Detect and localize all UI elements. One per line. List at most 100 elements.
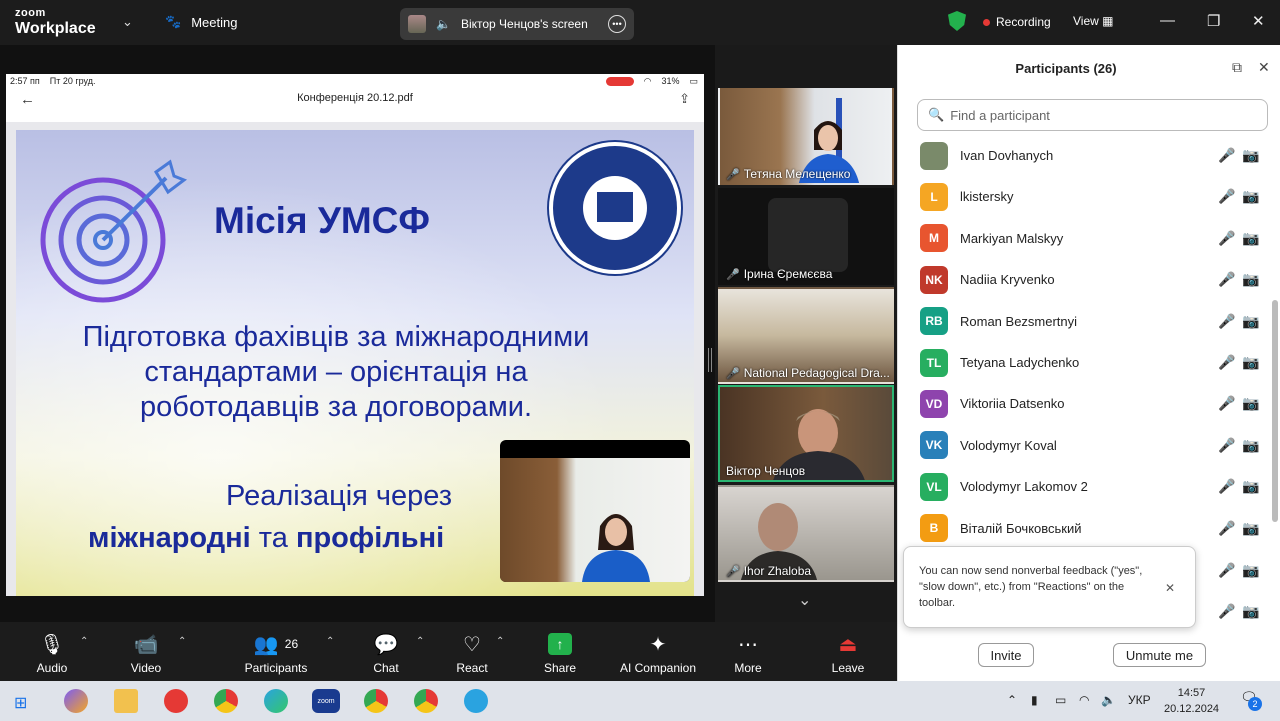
- share-export-icon[interactable]: ⇪: [679, 91, 690, 107]
- screen-label: Віктор Ченцов's screen: [460, 17, 588, 31]
- mic-muted-icon: 🎤: [726, 168, 740, 181]
- avatar: TL: [920, 348, 948, 377]
- audio-options-caret-icon[interactable]: ⌃: [80, 636, 88, 647]
- tray-expand-icon[interactable]: ⌃: [1007, 693, 1017, 707]
- sparkle-icon: ✦: [649, 633, 667, 656]
- resize-handle[interactable]: [708, 348, 712, 372]
- video-options-caret-icon[interactable]: ⌃: [178, 636, 186, 647]
- chrome-icon[interactable]: [414, 689, 438, 713]
- search-input[interactable]: 🔍 Find a participant: [917, 99, 1268, 131]
- restore-icon[interactable]: ❐: [1207, 12, 1220, 30]
- video-off-icon: 📷: [1242, 603, 1260, 619]
- unmute-me-button[interactable]: Unmute me: [1113, 643, 1206, 667]
- volume-icon[interactable]: 🔈: [1101, 693, 1116, 707]
- ipad-picture-in-picture-video[interactable]: [500, 440, 690, 582]
- zoom-window: zoom Workplace ⌄ 🐾 Meeting 🔈 Віктор Ченц…: [0, 0, 1280, 721]
- tile-name-text: Ihor Zhaloba: [743, 564, 812, 578]
- target-icon: [40, 159, 188, 303]
- video-tile[interactable]: 🎤 National Pedagogical Dra...: [718, 287, 894, 384]
- zoom-app-icon[interactable]: zoom: [312, 689, 340, 713]
- participant-row[interactable]: NK Nadiia Kryvenko 🎤 📷: [898, 259, 1273, 300]
- shared-screen-indicator[interactable]: 🔈 Віктор Ченцов's screen •••: [400, 8, 634, 40]
- wifi-icon[interactable]: ◠: [1079, 693, 1089, 707]
- ipad-date: Пт 20 груд.: [49, 76, 96, 86]
- telegram-icon[interactable]: [464, 689, 488, 713]
- react-button[interactable]: ♡ React: [452, 630, 492, 676]
- chrome-icon[interactable]: [214, 689, 238, 713]
- share-button[interactable]: ↑ Share: [540, 630, 580, 675]
- tile-name-text: National Pedagogical Dra...: [743, 366, 890, 380]
- chrome-profile-icon[interactable]: [364, 689, 388, 713]
- battery-icon[interactable]: ▭: [1055, 693, 1066, 707]
- participant-row[interactable]: VL Volodymyr Lakomov 2 🎤 📷: [898, 466, 1273, 507]
- participant-name: Viktoriia Datsenko: [960, 396, 1065, 412]
- video-off-icon: 📷: [1242, 147, 1260, 163]
- pop-out-icon[interactable]: ⧉: [1232, 59, 1242, 76]
- participant-row[interactable]: Llkistersky 🎤 📷: [898, 176, 1273, 217]
- avatar: VL: [920, 472, 948, 501]
- pip-person: [582, 514, 650, 582]
- participant-row[interactable]: TL Tetyana Ladychenko 🎤 📷: [898, 342, 1273, 383]
- usb-icon[interactable]: ▮: [1031, 693, 1038, 707]
- tile-name: 🎤 National Pedagogical Dra...: [726, 366, 890, 380]
- avatar: NK: [920, 265, 948, 294]
- video-off-icon: 📷: [1242, 519, 1260, 536]
- pdf-title: Конференція 20.12.pdf: [297, 92, 413, 104]
- mic-muted-icon: 🎤: [726, 268, 740, 281]
- chat-options-caret-icon[interactable]: ⌃: [416, 636, 424, 647]
- copilot-icon[interactable]: [64, 689, 88, 713]
- participants-options-caret-icon[interactable]: ⌃: [326, 636, 334, 647]
- youtube-music-icon[interactable]: [164, 689, 188, 713]
- avatar: VK: [920, 431, 948, 460]
- chat-button[interactable]: 💬 Chat: [366, 630, 406, 676]
- participant-row[interactable]: RB Roman Bezsmertnyi 🎤 📷: [898, 301, 1273, 342]
- audio-button[interactable]: 🎙 Audio: [30, 630, 74, 676]
- share-screen-icon: ↑: [540, 630, 580, 658]
- view-menu[interactable]: View ▦: [1073, 14, 1113, 28]
- system-clock[interactable]: 14:57 20.12.2024: [1164, 685, 1219, 717]
- participant-row[interactable]: Ivan Dovhanych 🎤 📷: [898, 135, 1273, 176]
- panel-scrollbar[interactable]: [1272, 300, 1278, 522]
- tile-name: Віктор Ченцов: [726, 464, 805, 478]
- close-icon[interactable]: ✕: [1252, 12, 1265, 30]
- title-bar: zoom Workplace ⌄ 🐾 Meeting 🔈 Віктор Ченц…: [0, 0, 1280, 45]
- file-explorer-icon[interactable]: [114, 689, 138, 713]
- sharer-avatar: [408, 15, 426, 33]
- participant-row[interactable]: VK Volodymyr Koval 🎤 📷: [898, 425, 1273, 466]
- close-panel-icon[interactable]: ✕: [1258, 59, 1270, 76]
- chevron-down-icon[interactable]: ⌄: [122, 14, 133, 30]
- leave-button[interactable]: ⏏ Leave: [828, 630, 868, 676]
- participants-button[interactable]: 👥 26 Participants: [240, 630, 312, 676]
- invite-button[interactable]: Invite: [978, 643, 1034, 667]
- close-toast-icon[interactable]: ✕: [1165, 580, 1175, 596]
- panel-title: Participants (26): [1015, 61, 1117, 76]
- react-options-caret-icon[interactable]: ⌃: [496, 636, 504, 647]
- participant-row[interactable]: В Віталій Бочковський 🎤 📷: [898, 508, 1273, 549]
- video-tile[interactable]: 🎤 Ірина Єремєєва: [718, 188, 894, 285]
- participant-row[interactable]: VD Viktoriia Datsenko 🎤 📷: [898, 383, 1273, 424]
- video-off-icon: 📹: [133, 633, 159, 656]
- participant-name: Markiyan Malskyy: [960, 230, 1064, 246]
- university-seal-logo: [549, 142, 681, 274]
- video-tile[interactable]: 🎤 Ihor Zhaloba: [718, 485, 894, 582]
- participant-row[interactable]: M Markiyan Malskyy 🎤 📷: [898, 218, 1273, 259]
- mic-muted-icon: 🎤: [1218, 436, 1236, 453]
- edge-icon[interactable]: [264, 689, 288, 713]
- gallery-scroll-down-icon[interactable]: ⌄: [798, 590, 811, 610]
- minimize-icon[interactable]: —: [1160, 12, 1175, 29]
- video-tile-active-speaker[interactable]: Віктор Ченцов: [718, 385, 894, 482]
- security-shield-icon[interactable]: [948, 11, 966, 31]
- ai-companion-button[interactable]: ✦ AI Companion: [616, 630, 700, 676]
- windows-start-icon[interactable]: ⊞: [14, 693, 27, 713]
- video-tile[interactable]: 🎤 Тетяна Мелещенко: [718, 88, 894, 185]
- recording-indicator[interactable]: Recording: [983, 15, 1051, 29]
- avatar: [920, 141, 948, 170]
- participants-icon: 👥 26: [253, 633, 299, 656]
- avatar: M: [920, 224, 948, 253]
- video-button[interactable]: 📹 Video: [124, 630, 168, 676]
- meeting-menu[interactable]: 🐾 Meeting: [165, 14, 237, 30]
- more-button[interactable]: ⋯ More: [728, 630, 768, 676]
- more-options-icon[interactable]: •••: [608, 15, 626, 33]
- language-indicator[interactable]: УКР: [1128, 693, 1151, 707]
- notifications-icon[interactable]: 🗨 2: [1240, 689, 1262, 711]
